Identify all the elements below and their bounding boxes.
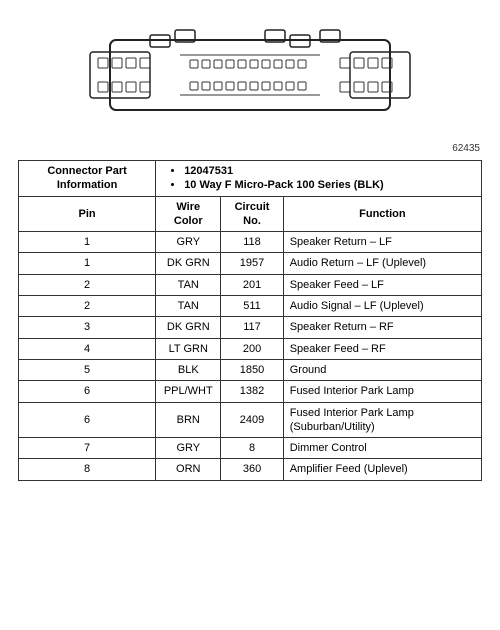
table-row: 1GRY118Speaker Return – LF (19, 232, 482, 253)
connector-description: 10 Way F Micro-Pack 100 Series (BLK) (184, 178, 476, 192)
pin-cell: 7 (19, 438, 156, 459)
function-cell: Speaker Feed – LF (283, 274, 481, 295)
pin-cell: 8 (19, 459, 156, 480)
function-cell: Speaker Return – LF (283, 232, 481, 253)
table-row: 7GRY8Dimmer Control (19, 438, 482, 459)
pin-cell: 5 (19, 359, 156, 380)
pin-cell: 1 (19, 253, 156, 274)
wire-color-cell: LT GRN (156, 338, 221, 359)
circuit-no-cell: 1957 (221, 253, 283, 274)
circuit-no-cell: 200 (221, 338, 283, 359)
function-cell: Speaker Return – RF (283, 317, 481, 338)
function-cell: Audio Signal – LF (Uplevel) (283, 296, 481, 317)
pin-col-header: Pin (19, 196, 156, 232)
connector-spec-header: 12047531 10 Way F Micro-Pack 100 Series … (156, 161, 482, 197)
function-cell: Fused Interior Park Lamp (283, 381, 481, 402)
function-cell: Dimmer Control (283, 438, 481, 459)
reference-number: 62435 (452, 143, 480, 154)
part-number: 12047531 (184, 164, 476, 178)
function-cell: Ground (283, 359, 481, 380)
wire-color-cell: BRN (156, 402, 221, 438)
wire-color-cell: TAN (156, 274, 221, 295)
table-row: 5BLK1850Ground (19, 359, 482, 380)
pin-cell: 6 (19, 381, 156, 402)
table-row: 6BRN2409Fused Interior Park Lamp (Suburb… (19, 402, 482, 438)
connector-svg (80, 15, 420, 145)
function-cell: Audio Return – LF (Uplevel) (283, 253, 481, 274)
connector-table: Connector Part Information 12047531 10 W… (18, 160, 482, 481)
pin-cell: 2 (19, 274, 156, 295)
function-cell: Amplifier Feed (Uplevel) (283, 459, 481, 480)
table-row: 1DK GRN1957Audio Return – LF (Uplevel) (19, 253, 482, 274)
connector-table-wrapper: Connector Part Information 12047531 10 W… (0, 160, 500, 491)
wire-color-cell: PPL/WHT (156, 381, 221, 402)
table-row: 4LT GRN200Speaker Feed – RF (19, 338, 482, 359)
circuit-no-cell: 201 (221, 274, 283, 295)
wire-color-cell: TAN (156, 296, 221, 317)
circuit-no-cell: 8 (221, 438, 283, 459)
function-cell: Fused Interior Park Lamp (Suburban/Utili… (283, 402, 481, 438)
connector-diagram: 62435 (0, 0, 500, 160)
circuit-no-cell: 511 (221, 296, 283, 317)
wire-color-cell: GRY (156, 438, 221, 459)
wire-color-cell: DK GRN (156, 253, 221, 274)
table-row: 6PPL/WHT1382Fused Interior Park Lamp (19, 381, 482, 402)
pin-cell: 4 (19, 338, 156, 359)
connector-info-header: Connector Part Information (19, 161, 156, 197)
pin-cell: 6 (19, 402, 156, 438)
table-row: 3DK GRN117Speaker Return – RF (19, 317, 482, 338)
function-cell: Speaker Feed – RF (283, 338, 481, 359)
circuit-no-cell: 118 (221, 232, 283, 253)
pin-cell: 3 (19, 317, 156, 338)
circuit-no-cell: 117 (221, 317, 283, 338)
circuit-no-cell: 1382 (221, 381, 283, 402)
wire-color-cell: DK GRN (156, 317, 221, 338)
table-row: 8ORN360Amplifier Feed (Uplevel) (19, 459, 482, 480)
circuit-no-cell: 360 (221, 459, 283, 480)
pin-cell: 1 (19, 232, 156, 253)
wire-color-cell: BLK (156, 359, 221, 380)
wire-color-cell: ORN (156, 459, 221, 480)
wire-color-col-header: Wire Color (156, 196, 221, 232)
circuit-no-cell: 2409 (221, 402, 283, 438)
circuit-no-cell: 1850 (221, 359, 283, 380)
table-row: 2TAN201Speaker Feed – LF (19, 274, 482, 295)
circuit-no-col-header: Circuit No. (221, 196, 283, 232)
table-row: 2TAN511Audio Signal – LF (Uplevel) (19, 296, 482, 317)
wire-color-cell: GRY (156, 232, 221, 253)
pin-cell: 2 (19, 296, 156, 317)
function-col-header: Function (283, 196, 481, 232)
